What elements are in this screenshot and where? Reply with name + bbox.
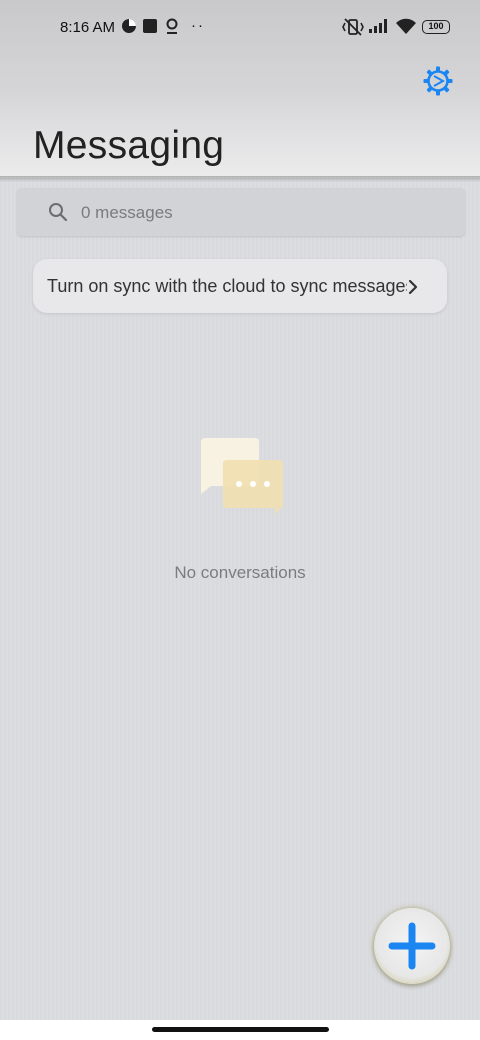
location-pin-icon (165, 18, 179, 39)
page-title: Messaging (33, 124, 225, 167)
home-gesture-handle[interactable] (152, 1027, 329, 1032)
header-divider (0, 176, 480, 182)
more-notifications-icon: ·· (191, 17, 205, 34)
search-bar[interactable] (17, 188, 465, 236)
battery-indicator: 100 (422, 20, 450, 34)
vibrate-off-icon (342, 18, 364, 40)
data-saver-icon (121, 18, 137, 38)
plus-icon (388, 922, 436, 970)
empty-state-text: No conversations (174, 563, 306, 582)
sync-banner-text: Turn on sync with the cloud to sync mess… (47, 276, 407, 296)
gear-icon (423, 66, 453, 96)
notification-app-icon (142, 18, 158, 38)
wifi-icon (395, 18, 417, 39)
signal-icon (368, 18, 390, 38)
settings-button[interactable] (420, 63, 456, 99)
status-bar: 8:16 AM ·· 100 (0, 0, 480, 56)
chevron-right-icon[interactable] (406, 278, 420, 296)
search-input[interactable] (79, 198, 443, 228)
status-time: 8:16 AM (60, 19, 116, 36)
new-message-button[interactable] (374, 908, 450, 984)
cloud-sync-banner[interactable]: Turn on sync with the cloud to sync mess… (33, 259, 447, 313)
chat-bubbles-icon (201, 438, 283, 514)
search-icon (49, 203, 68, 222)
